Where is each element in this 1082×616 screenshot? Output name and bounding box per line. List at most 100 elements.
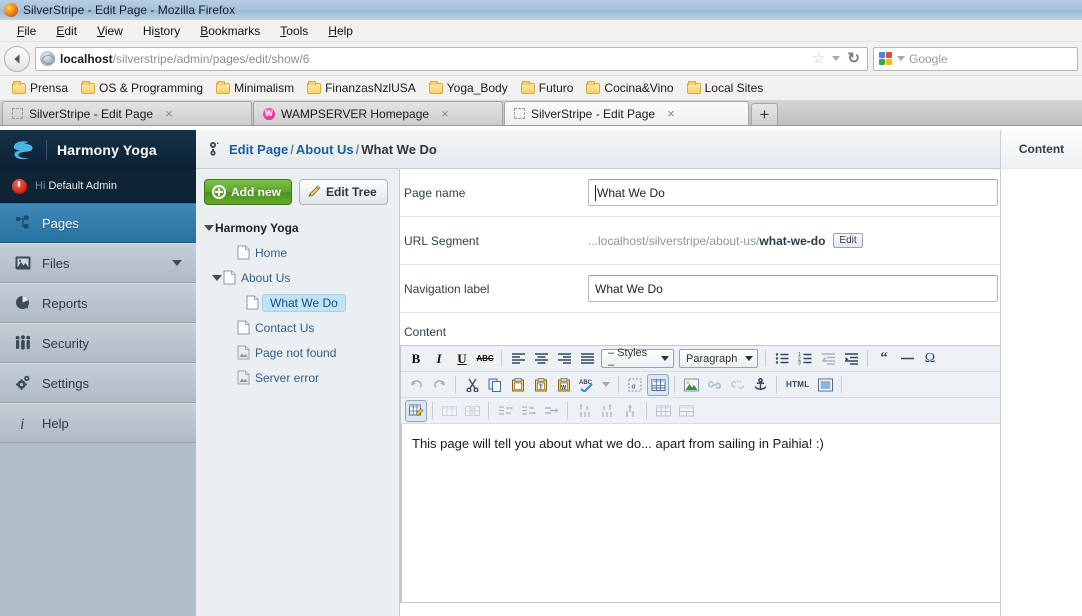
tree-item-page-not-found[interactable]: Page not found [202,340,399,365]
outdent-icon[interactable] [817,348,839,370]
spellcheck-chevron-icon[interactable] [602,382,610,387]
sidebar-item-settings[interactable]: Settings [0,363,196,403]
insert-image-icon[interactable] [680,374,702,396]
bookmark-star-icon[interactable]: ☆ [812,51,825,66]
align-center-icon[interactable] [530,348,552,370]
horizontal-rule-icon[interactable] [896,348,918,370]
copy-icon[interactable] [484,374,506,396]
bookmark-item[interactable]: OS & Programming [75,79,209,97]
insert-row-after-icon[interactable] [517,400,539,422]
blockquote-icon[interactable]: “ [873,348,895,370]
tree-item-server-error[interactable]: Server error [202,365,399,390]
menu-help[interactable]: Help [319,22,362,40]
tree-item-harmony-yoga[interactable]: Harmony Yoga [202,215,399,240]
navigation-label-input[interactable]: What We Do [588,275,998,302]
tree-item-home[interactable]: Home [202,240,399,265]
tree-toggle-expanded-icon[interactable] [210,274,223,281]
fullscreen-icon[interactable] [814,374,836,396]
unlink-icon[interactable] [726,374,748,396]
bookmark-item[interactable]: FinanzasNzlUSA [301,79,422,97]
search-input[interactable]: Google [909,52,948,66]
align-left-icon[interactable] [507,348,529,370]
sidebar-item-security[interactable]: Security [0,323,196,363]
cell-properties-icon[interactable] [461,400,483,422]
browser-tab-3[interactable]: SilverStripe - Edit Page × [504,101,749,125]
sidebar-item-help[interactable]: i Help [0,403,196,443]
paste-icon[interactable] [507,374,529,396]
browser-tab-1[interactable]: SilverStripe - Edit Page × [2,101,252,125]
bookmark-item[interactable]: Prensa [6,79,74,97]
tree-item-about-us[interactable]: About Us [202,265,399,290]
bookmark-item[interactable]: Futuro [515,79,580,97]
chevron-down-icon[interactable] [832,56,841,61]
special-character-icon[interactable]: Ω [919,348,941,370]
merge-cells-icon[interactable] [675,400,697,422]
bookmark-item[interactable]: Local Sites [681,79,770,97]
tab-close-icon[interactable]: × [667,107,675,120]
menu-view[interactable]: View [88,22,132,40]
underline-icon[interactable]: U [451,348,473,370]
search-engine-chevron-icon[interactable] [897,56,905,61]
align-right-icon[interactable] [553,348,575,370]
browser-tab-2[interactable]: W WAMPSERVER Homepage × [253,101,503,125]
spellcheck-icon[interactable]: ABC [576,374,598,396]
edit-tree-button[interactable]: Edit Tree [299,179,388,205]
tab-close-icon[interactable]: × [165,107,173,120]
italic-icon[interactable]: I [428,348,450,370]
cut-icon[interactable] [461,374,483,396]
bookmark-item[interactable]: Cocina&Vino [580,79,679,97]
editor-content-area[interactable]: This page will tell you about what we do… [401,424,1000,603]
indent-icon[interactable] [840,348,862,370]
menu-edit[interactable]: Edit [47,22,86,40]
insert-column-before-icon[interactable] [573,400,595,422]
reload-icon[interactable]: ↻ [847,51,860,66]
numbered-list-icon[interactable]: 123 [794,348,816,370]
back-button[interactable] [4,45,30,72]
menu-file[interactable]: File [8,22,45,40]
tree-toggle-expanded-icon[interactable] [202,224,215,231]
insert-column-after-icon[interactable] [596,400,618,422]
format-select[interactable]: Paragraph [679,349,758,368]
menu-tools[interactable]: Tools [271,22,317,40]
logout-power-icon[interactable] [12,178,27,194]
url-bar[interactable]: localhost/silverstripe/admin/pages/edit/… [35,46,868,71]
paste-as-text-icon[interactable]: T [530,374,552,396]
menu-bookmarks[interactable]: Bookmarks [191,22,269,40]
find-replace-icon[interactable]: a [624,374,646,396]
delete-row-icon[interactable] [540,400,562,422]
cms-user-bar[interactable]: Hi Default Admin [0,170,196,203]
sidebar-item-pages[interactable]: Pages [0,203,196,243]
search-bar[interactable]: Google [873,46,1078,71]
sidebar-item-reports[interactable]: Reports [0,283,196,323]
undo-icon[interactable] [405,374,427,396]
align-justify-icon[interactable] [576,348,598,370]
tree-item-contact-us[interactable]: Contact Us [202,315,399,340]
tab-close-icon[interactable]: × [441,107,449,120]
bullet-list-icon[interactable] [771,348,793,370]
new-tab-button[interactable]: + [751,103,778,125]
insert-row-before-icon[interactable] [494,400,516,422]
chevron-down-icon[interactable] [172,260,182,266]
row-properties-icon[interactable] [438,400,460,422]
tab-content[interactable]: Content [1000,130,1082,169]
menu-history[interactable]: History [134,22,189,40]
tree-item-what-we-do[interactable]: What We Do [202,290,399,315]
bookmark-item[interactable]: Yoga_Body [423,79,514,97]
sidebar-item-files[interactable]: Files [0,243,196,283]
insert-link-icon[interactable] [703,374,725,396]
split-cells-icon[interactable] [652,400,674,422]
styles-select[interactable]: – Styles – [601,347,674,371]
page-name-input[interactable]: What We Do [588,179,998,206]
add-new-button[interactable]: Add new [204,179,292,205]
table-properties-icon[interactable] [405,399,427,422]
redo-icon[interactable] [428,374,450,396]
bold-icon[interactable]: B [405,348,427,370]
insert-table-icon[interactable] [647,373,669,396]
bookmark-item[interactable]: Minimalism [210,79,300,97]
url-segment-edit-button[interactable]: Edit [833,233,863,248]
strikethrough-icon[interactable]: ABC [474,348,496,370]
edit-html-icon[interactable]: HTML [782,374,813,396]
breadcrumb-link-edit-page[interactable]: Edit Page [229,142,288,157]
delete-column-icon[interactable] [619,400,641,422]
breadcrumb-link-about-us[interactable]: About Us [296,142,354,157]
